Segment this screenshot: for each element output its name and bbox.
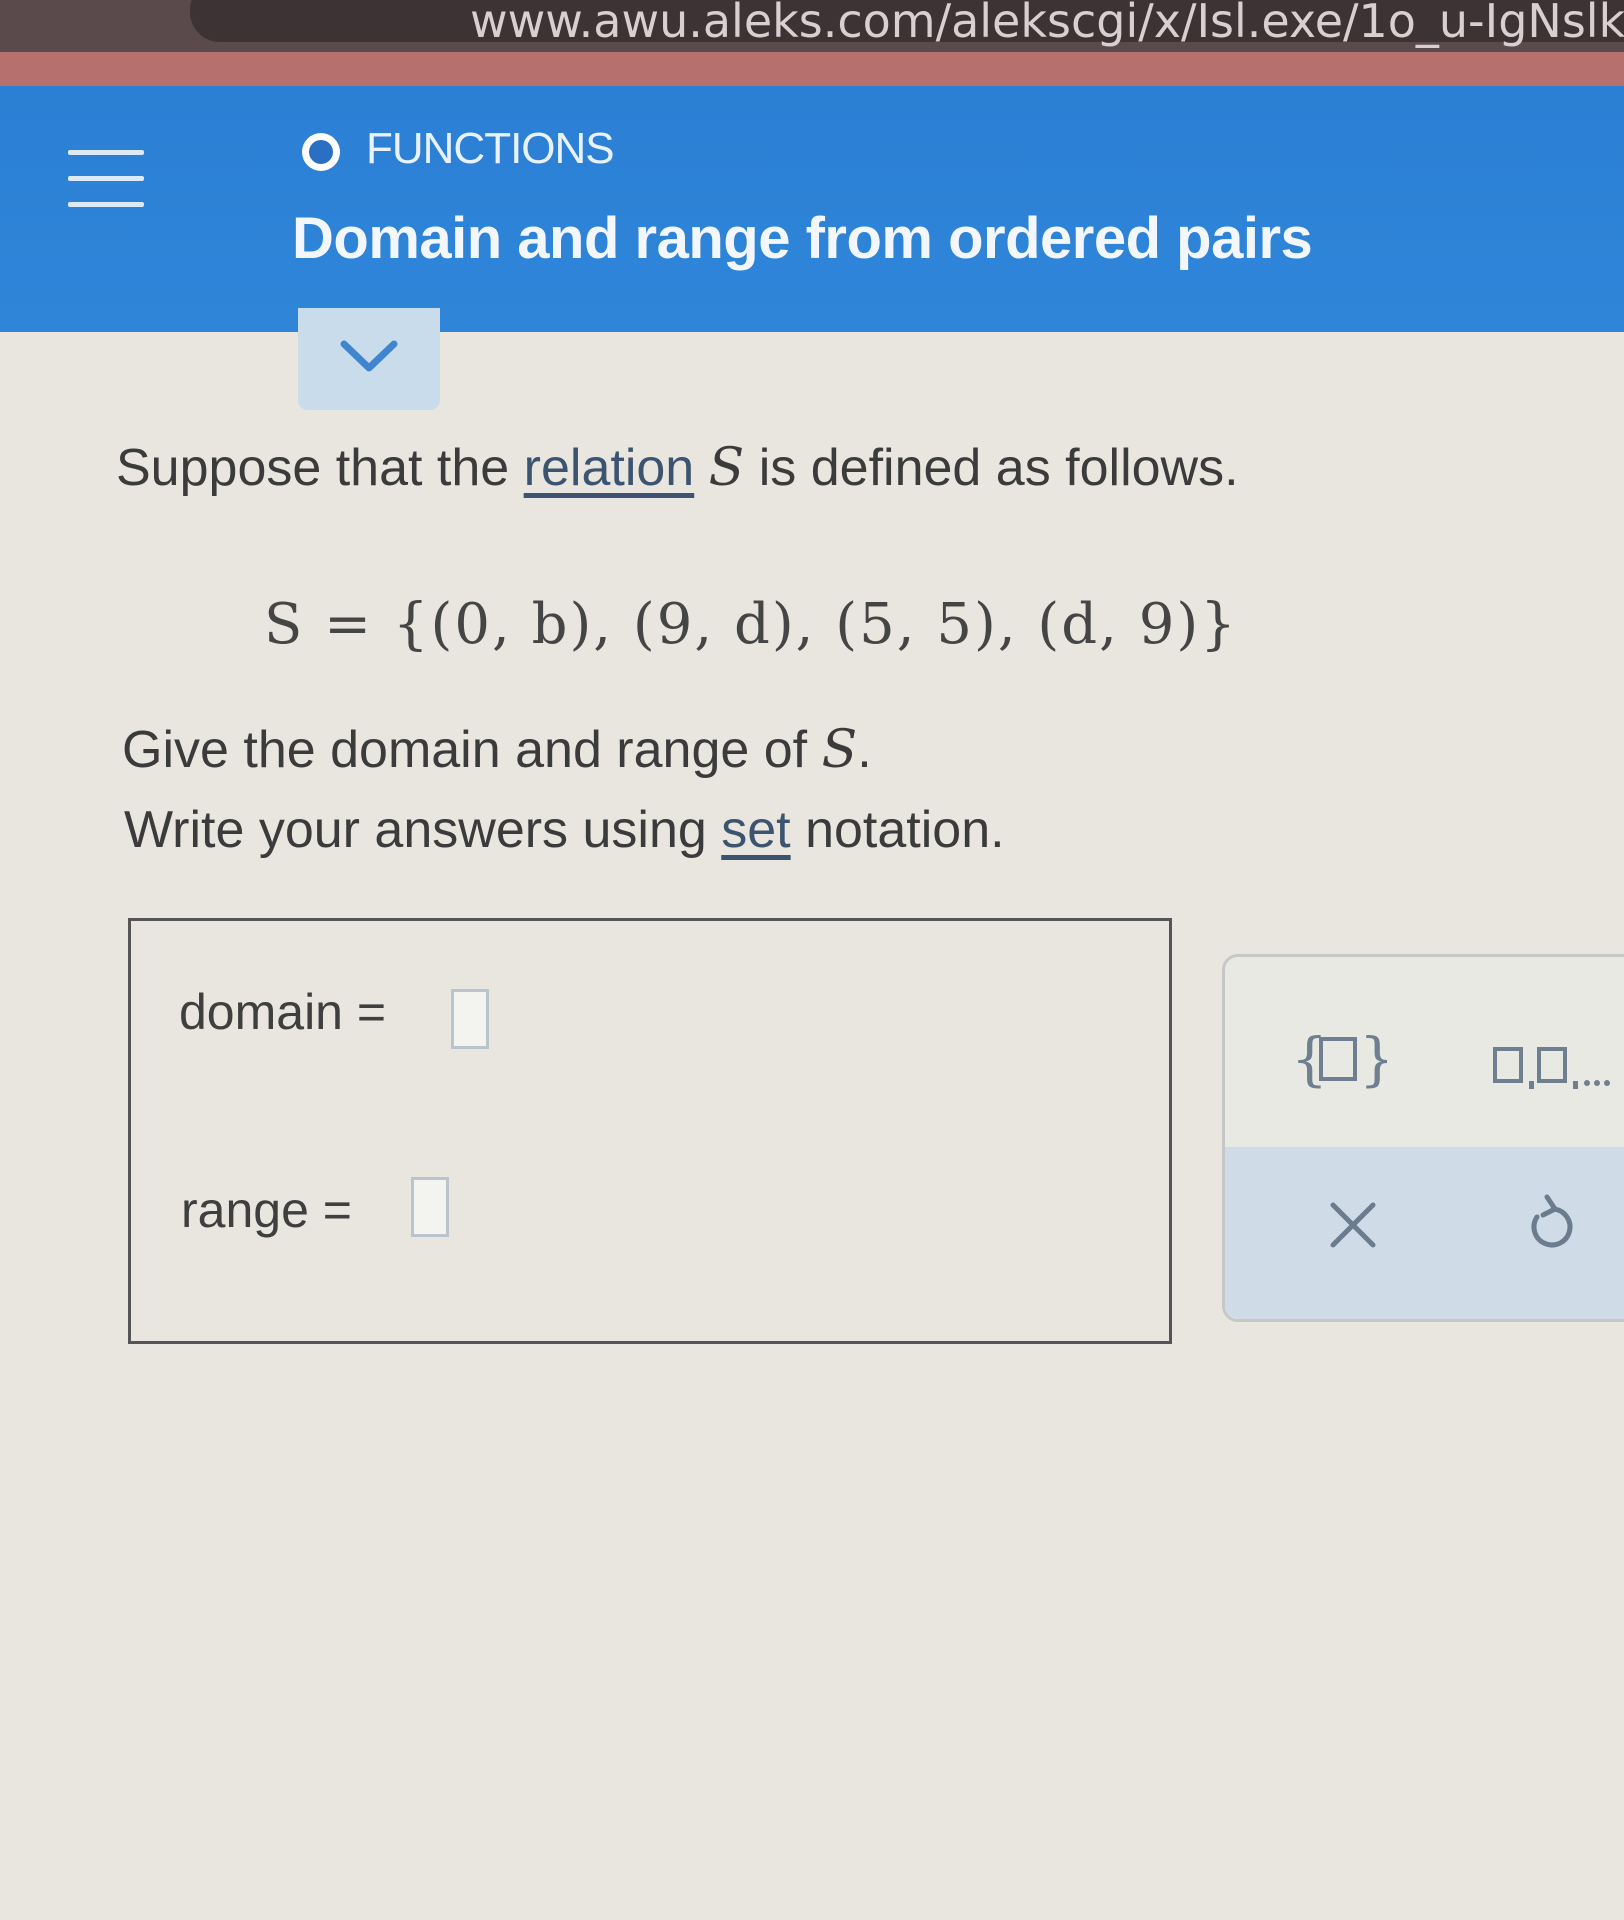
action-row: [1225, 1147, 1624, 1319]
relation-definition: S = {(0, b), (9, d), (5, 5), (d, 9)}: [264, 592, 1238, 657]
collapse-header-button[interactable]: [298, 308, 440, 410]
svg-text:}: }: [1359, 1025, 1387, 1093]
undo-icon: [1531, 1194, 1573, 1248]
browser-url-bar[interactable]: www.awu.aleks.com/alekscgi/x/Isl.exe/1o_…: [0, 0, 1624, 52]
chevron-down-icon: [340, 340, 398, 372]
set-braces-button[interactable]: { }: [1291, 1023, 1396, 1100]
question-prompt: Give the domain and range of S.: [122, 720, 872, 780]
menu-icon[interactable]: [68, 150, 144, 208]
relation-link[interactable]: relation: [524, 439, 695, 497]
math-tool-palette: { }: [1222, 954, 1624, 1322]
close-icon: [1330, 1202, 1376, 1248]
url-text: www.awu.aleks.com/alekscgi/x/Isl.exe/1o_…: [470, 0, 1624, 48]
answer-box: domain = range =: [128, 918, 1172, 1344]
undo-button[interactable]: [1523, 1191, 1583, 1260]
list-button[interactable]: [1491, 1043, 1624, 1098]
domain-input[interactable]: [451, 989, 489, 1049]
range-label: range =: [181, 1182, 352, 1238]
question-instruction: Write your answers using set notation.: [124, 801, 1005, 859]
set-braces-icon: { }: [1291, 1025, 1396, 1093]
range-input[interactable]: [411, 1177, 449, 1237]
browser-toolbar-strip: [0, 52, 1624, 88]
topic-status-icon: [302, 133, 340, 171]
set-link[interactable]: set: [721, 801, 790, 859]
topic-category: FUNCTIONS: [366, 124, 615, 173]
domain-label: domain =: [179, 984, 387, 1040]
clear-button[interactable]: [1325, 1197, 1381, 1258]
question-intro: Suppose that the relation S is defined a…: [116, 438, 1239, 498]
page-title: Domain and range from ordered pairs: [292, 206, 1313, 271]
list-entries-icon: [1493, 1047, 1610, 1089]
relation-variable: S: [708, 438, 745, 498]
